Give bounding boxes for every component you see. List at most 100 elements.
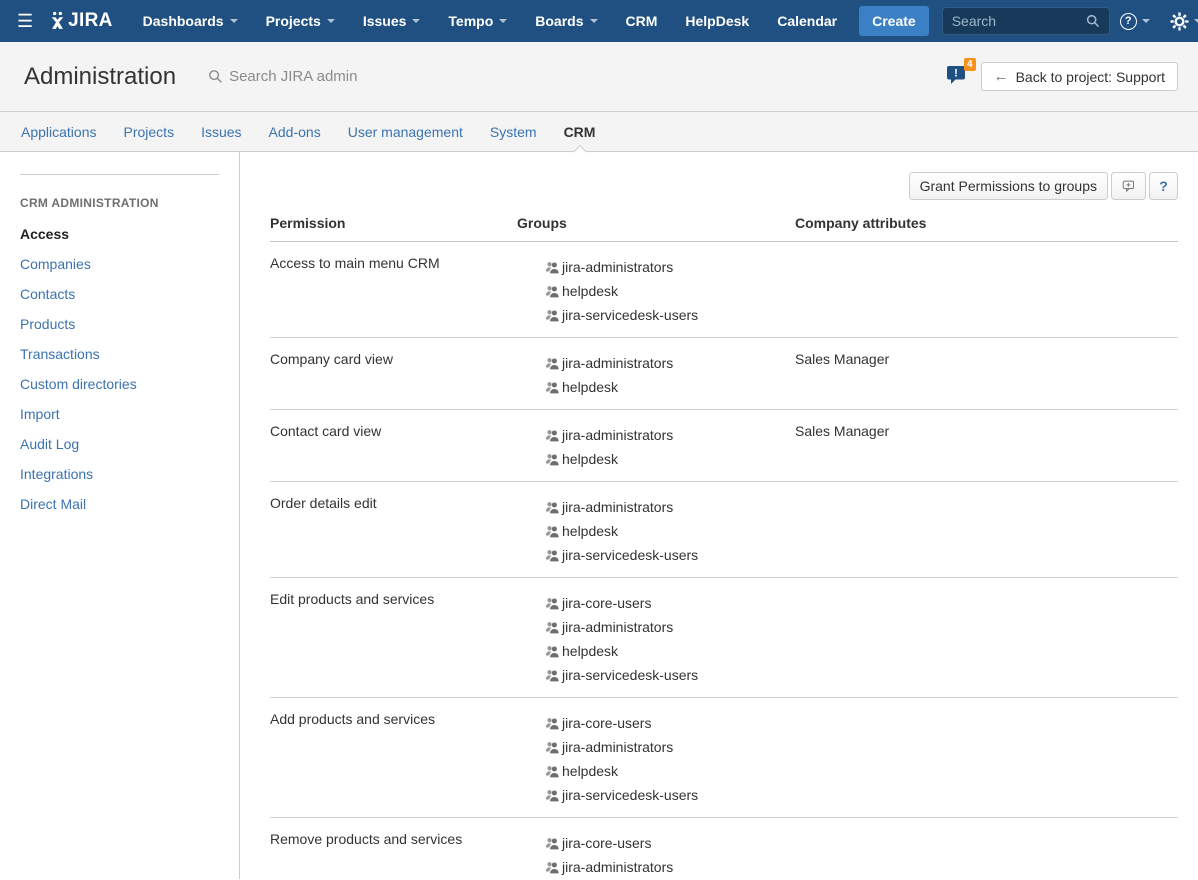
groups-cell: jira-core-usersjira-administratorshelpde… xyxy=(517,818,795,880)
permission-cell: Add products and services xyxy=(270,698,517,818)
group-item: helpdesk xyxy=(517,375,795,399)
top-navbar: ☰ JIRA Dashboards Projects IssuesTempoBoar… xyxy=(0,0,1198,42)
permission-cell: Order details edit xyxy=(270,482,517,578)
groups-cell: jira-core-usersjira-administratorshelpde… xyxy=(517,698,795,818)
sidebar-item-transactions[interactable]: Transactions xyxy=(20,339,219,369)
sidebar-item-integrations[interactable]: Integrations xyxy=(20,459,219,489)
sidebar-item-products[interactable]: Products xyxy=(20,309,219,339)
company-attributes-cell xyxy=(795,578,1178,698)
table-row: Access to main menu CRMjira-administrato… xyxy=(270,242,1178,338)
caret-down-icon xyxy=(412,19,420,23)
group-item: helpdesk xyxy=(517,447,795,471)
nav-item-tempo[interactable]: Tempo xyxy=(434,0,521,42)
company-attributes-cell xyxy=(795,818,1178,880)
hamburger-icon[interactable]: ☰ xyxy=(0,0,49,42)
group-icon xyxy=(545,260,560,275)
group-icon xyxy=(545,764,560,779)
nav-item-helpdesk[interactable]: HelpDesk xyxy=(671,0,763,42)
group-item: jira-core-users xyxy=(517,591,795,615)
sidebar-item-direct-mail[interactable]: Direct Mail xyxy=(20,489,219,519)
sidebar-item-companies[interactable]: Companies xyxy=(20,249,219,279)
group-icon xyxy=(545,740,560,755)
sidebar-item-audit-log[interactable]: Audit Log xyxy=(20,429,219,459)
caret-down-icon xyxy=(1194,19,1198,23)
admin-search[interactable] xyxy=(208,68,946,85)
group-name: helpdesk xyxy=(562,283,618,299)
table-row: Company card viewjira-administratorshelp… xyxy=(270,338,1178,410)
sidebar-item-access[interactable]: Access xyxy=(20,219,219,249)
help-menu[interactable]: ? xyxy=(1110,13,1160,30)
group-item: helpdesk xyxy=(517,279,795,303)
sidebar-item-import[interactable]: Import xyxy=(20,399,219,429)
navbar-search-input[interactable] xyxy=(952,13,1086,29)
tab-system[interactable]: System xyxy=(490,124,537,140)
group-icon xyxy=(545,548,560,563)
back-to-project-button[interactable]: ← Back to project: Support xyxy=(981,62,1178,91)
create-button[interactable]: Create xyxy=(859,6,929,36)
settings-menu[interactable] xyxy=(1160,12,1198,31)
nav-item-dashboards[interactable]: Dashboards xyxy=(129,0,252,42)
sidebar-item-custom-directories[interactable]: Custom directories xyxy=(20,369,219,399)
feedback-bubble-plus-icon xyxy=(1122,178,1135,194)
navbar-menu: Dashboards Projects IssuesTempoBoardsCRMHe… xyxy=(129,0,851,42)
nav-item-crm[interactable]: CRM xyxy=(612,0,672,42)
svg-text:!: ! xyxy=(954,67,958,79)
tab-add-ons[interactable]: Add-ons xyxy=(269,124,321,140)
group-icon xyxy=(545,860,560,875)
group-name: jira-administrators xyxy=(562,259,673,275)
table-row: Add products and servicesjira-core-users… xyxy=(270,698,1178,818)
group-item: jira-administrators xyxy=(517,255,795,279)
group-icon xyxy=(545,524,560,539)
group-icon xyxy=(545,356,560,371)
admin-search-input[interactable] xyxy=(229,68,549,85)
column-header-groups: Groups xyxy=(517,209,795,242)
table-row: Order details editjira-administratorshel… xyxy=(270,482,1178,578)
feedback-bubble-plus-button[interactable] xyxy=(1111,172,1146,200)
permission-cell: Company card view xyxy=(270,338,517,410)
tab-applications[interactable]: Applications xyxy=(21,124,97,140)
group-item: jira-administrators xyxy=(517,615,795,639)
main-layout: CRM ADMINISTRATION AccessCompaniesContac… xyxy=(0,152,1198,879)
tab-issues[interactable]: Issues xyxy=(201,124,241,140)
column-header-permission: Permission xyxy=(270,209,517,242)
navbar-search[interactable] xyxy=(942,7,1110,35)
company-attributes-cell xyxy=(795,698,1178,818)
group-icon xyxy=(545,716,560,731)
notification-count-badge: 4 xyxy=(964,58,976,71)
group-name: jira-servicedesk-users xyxy=(562,547,698,563)
crm-sidebar: CRM ADMINISTRATION AccessCompaniesContac… xyxy=(0,152,240,879)
permissions-toolbar: Grant Permissions to groups ? xyxy=(270,172,1178,200)
tab-projects[interactable]: Projects xyxy=(124,124,175,140)
help-button[interactable]: ? xyxy=(1149,172,1178,200)
jira-logo[interactable]: JIRA xyxy=(49,10,113,32)
permission-cell: Remove products and services xyxy=(270,818,517,880)
permissions-table: Permission Groups Company attributes Acc… xyxy=(270,209,1178,880)
sidebar-heading: CRM ADMINISTRATION xyxy=(20,196,219,210)
notification-bubble-icon[interactable]: ! 4 xyxy=(946,64,969,90)
group-item: jira-servicedesk-users xyxy=(517,303,795,327)
group-name: jira-administrators xyxy=(562,499,673,515)
groups-cell: jira-administratorshelpdeskjira-serviced… xyxy=(517,482,795,578)
sidebar-item-contacts[interactable]: Contacts xyxy=(20,279,219,309)
tab-user-management[interactable]: User management xyxy=(348,124,463,140)
group-name: jira-core-users xyxy=(562,595,651,611)
nav-item-issues[interactable]: Issues xyxy=(349,0,435,42)
caret-down-icon xyxy=(1142,19,1150,23)
groups-cell: jira-administratorshelpdesk xyxy=(517,410,795,482)
nav-item-calendar[interactable]: Calendar xyxy=(763,0,851,42)
nav-item-boards[interactable]: Boards xyxy=(521,0,611,42)
group-icon xyxy=(545,428,560,443)
nav-item-label: Projects xyxy=(266,13,321,29)
group-name: helpdesk xyxy=(562,451,618,467)
company-attributes-cell xyxy=(795,482,1178,578)
search-icon xyxy=(208,69,223,84)
group-item: jira-administrators xyxy=(517,855,795,879)
group-icon xyxy=(545,500,560,515)
grant-permissions-button[interactable]: Grant Permissions to groups xyxy=(909,172,1108,200)
tab-crm[interactable]: CRM xyxy=(564,124,596,140)
group-item: helpdesk xyxy=(517,759,795,783)
group-name: jira-servicedesk-users xyxy=(562,667,698,683)
groups-cell: jira-administrators helpdesk jira-serviced… xyxy=(517,242,795,338)
group-name: jira-administrators xyxy=(562,739,673,755)
nav-item-projects[interactable]: Projects xyxy=(252,0,349,42)
